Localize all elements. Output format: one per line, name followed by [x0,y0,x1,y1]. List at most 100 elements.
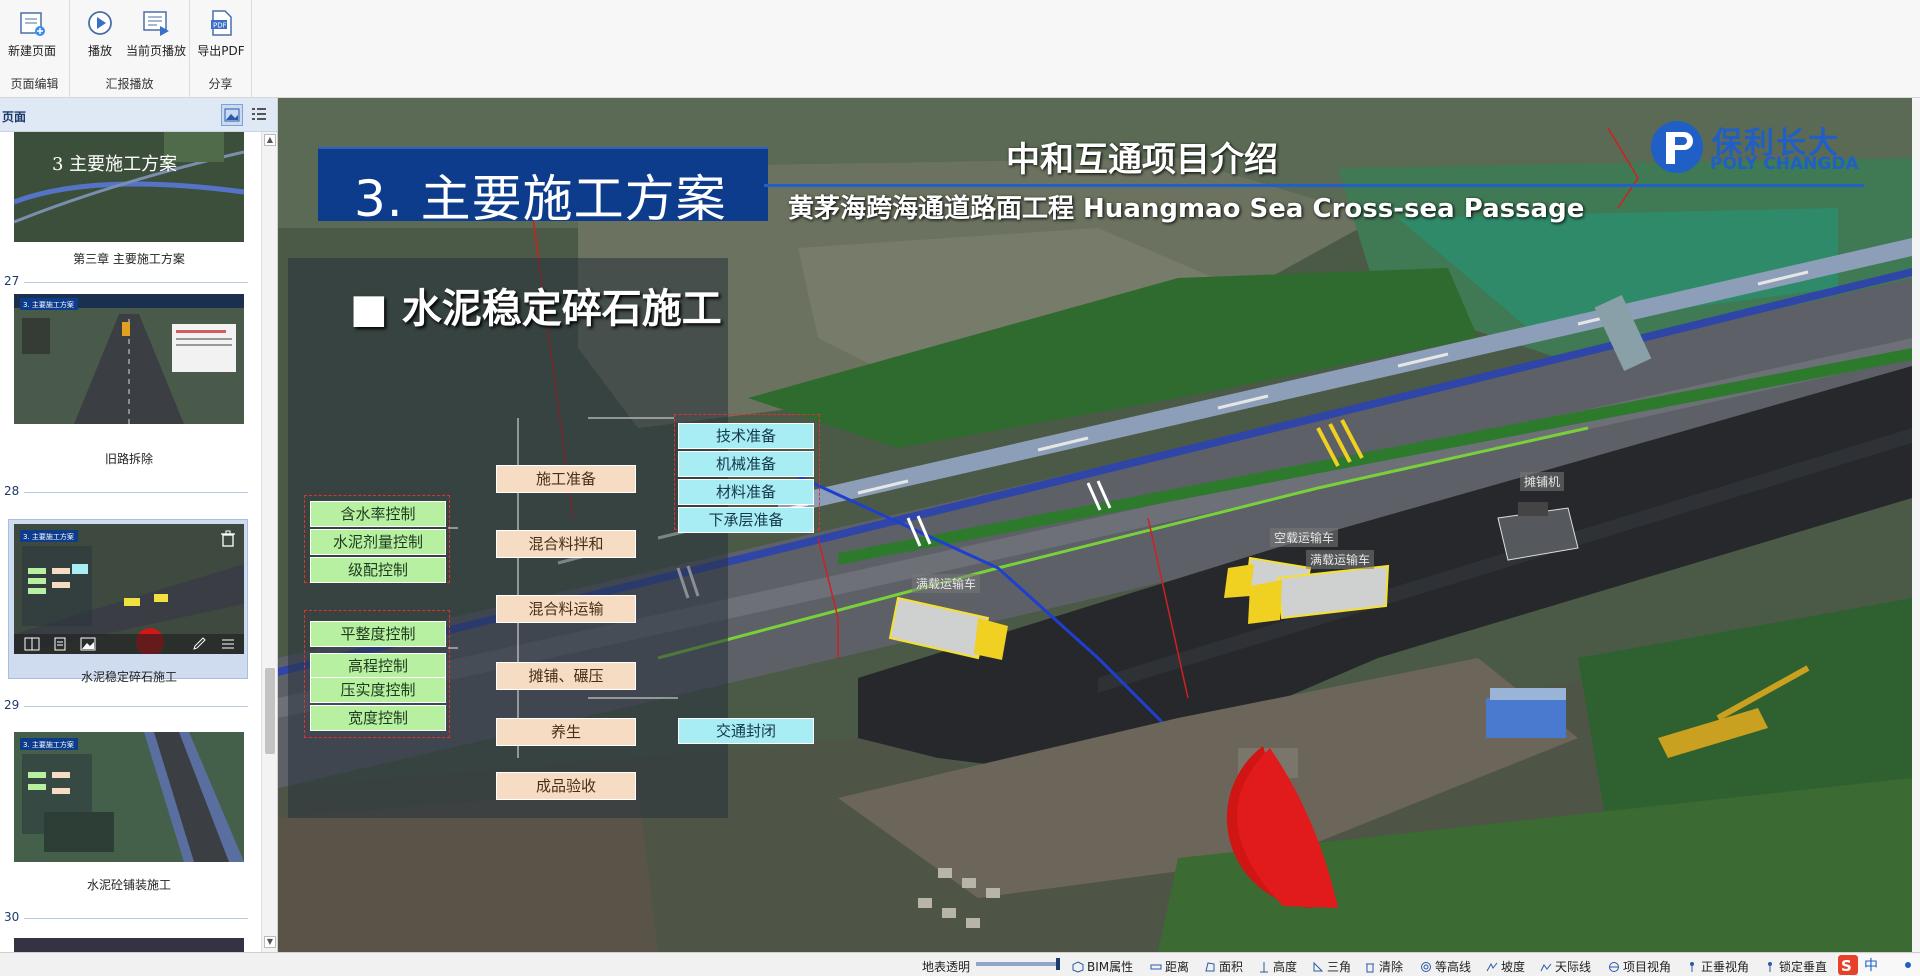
vehicle-label: 满载运输车 [912,574,981,593]
project-view-button[interactable]: 项目视角 [1608,958,1671,975]
process-step-box: 混合料拌和 [496,530,636,558]
page-divider [24,492,248,493]
group-label-share: 分享 [208,77,233,91]
ime-toolbar[interactable]: S 中 [1836,954,1920,976]
slope-icon [1486,962,1498,972]
area-button[interactable]: 面积 [1204,958,1243,975]
pages-panel-title: 页面 [2,110,27,124]
contour-button[interactable]: 等高线 [1420,958,1471,975]
list-view-button[interactable] [249,104,271,126]
export-pdf-button[interactable]: PDF 导出PDF [191,6,251,64]
area-icon [1205,962,1215,972]
skyline-label: 天际线 [1555,960,1592,974]
preparation-box: 交通封闭 [678,718,814,744]
height-label: 高度 [1273,960,1298,974]
bim-properties-label: BIM属性 [1087,960,1134,974]
pages-panel-header: 页面 [0,98,277,132]
svg-text:PDF: PDF [213,22,227,30]
edit-icon[interactable] [192,637,208,651]
triangle-button[interactable]: 三角 [1312,958,1351,975]
scrollbar-thumb[interactable] [265,668,275,754]
delete-page-icon[interactable] [219,530,237,548]
page-thumbnail-text: 3. 主要施工方案 [23,532,74,541]
slide-subtitle: ■ 水泥稳定碎石施工 [350,286,722,332]
page-number: 30 [4,910,20,924]
play-current-page-label: 当前页播放 [125,44,186,58]
page-thumbnail-text: 3 主要施工方案 [52,154,177,175]
bim-properties-button[interactable]: BIM属性 [1072,958,1133,975]
page-number: 29 [4,698,20,712]
distance-button[interactable]: 距离 [1150,958,1189,975]
ruler-icon [1150,964,1162,970]
play-current-page-icon [143,11,169,36]
control-box: 平整度控制 [310,621,446,647]
preparation-box: 机械准备 [678,451,814,477]
logo-icon [1651,121,1703,173]
process-step-box: 摊铺、碾压 [496,662,636,690]
split-view-icon[interactable] [24,637,40,651]
page-thumbnail-text: 3. 主要施工方案 [23,740,74,749]
page-thumbnail[interactable]: 3 主要施工方案 [14,132,244,242]
page-thumbnail[interactable] [14,938,244,952]
page-caption: 第三章 主要施工方案 [73,252,185,266]
clear-button[interactable]: 清除 [1364,958,1403,975]
status-bar: 地表透明 BIM属性 距离 面积 高度 三角 清除 等高线 坡度 天际线 项目视… [0,952,1920,976]
pdf-icon: PDF [211,10,232,36]
triangle-icon [1313,961,1324,972]
slope-label: 坡度 [1501,960,1526,974]
page-number: 28 [4,484,20,498]
page-divider [24,282,248,283]
group-label-report-play: 汇报播放 [105,77,154,91]
skyline-icon [1540,963,1552,972]
contour-icon [1421,962,1431,972]
contour-label: 等高线 [1435,960,1472,974]
thumbnail-view-button[interactable] [221,104,243,126]
image-icon[interactable] [80,637,96,651]
clear-label: 清除 [1379,960,1404,974]
header-divider [764,184,1864,187]
header-title: 中和互通项目介绍 [1006,140,1278,180]
ribbon-toolbar: 新建页面 页面编辑 播放 当前页播放 汇报播放 PDF 导出PDF 分享 [0,0,1920,98]
person-icon [1690,962,1694,972]
control-box: 含水率控制 [310,501,446,527]
header-subtitle: 黄茅海跨海通道路面工程 Huangmao Sea Cross-sea Passa… [788,194,1585,224]
height-icon [1260,962,1268,973]
slope-button[interactable]: 坡度 [1486,958,1525,975]
pages-scrollbar[interactable]: ▲ ▼ [261,132,277,952]
preparation-box: 下承层准备 [678,507,814,533]
scroll-up-icon[interactable]: ▲ [264,134,276,146]
slide-canvas[interactable]: 3. 主要施工方案 中和互通项目介绍 黄茅海跨海通道路面工程 Huangmao … [278,98,1912,952]
page-thumbnail-image: 3. 主要施工方案 [14,732,244,862]
control-box: 压实度控制 [310,677,446,703]
page-caption: 旧路拆除 [104,452,153,466]
notes-icon[interactable] [52,637,68,651]
terrain-transparency-label: 地表透明 [922,960,971,974]
lock-vertical-button[interactable]: 锁定垂直 [1764,958,1827,975]
page-number: 27 [4,274,20,288]
page-thumbnail[interactable]: 3. 主要施工方案 [14,294,244,424]
ribbon-group-share: PDF 导出PDF 分享 [190,0,252,98]
top-down-view-button[interactable]: 正垂视角 [1686,958,1749,975]
skyline-button[interactable]: 天际线 [1540,958,1591,975]
preparation-box: 技术准备 [678,423,814,449]
terrain-transparency-slider[interactable] [976,958,1060,970]
page-divider [24,706,248,707]
control-box: 宽度控制 [310,705,446,731]
control-box: 水泥剂量控制 [310,529,446,555]
scroll-down-icon[interactable]: ▼ [264,936,276,948]
play-button[interactable]: 播放 [70,6,130,64]
slider-knob[interactable] [1056,958,1060,970]
section-title-box: 3. 主要施工方案 [318,147,768,228]
process-step-box: 养生 [496,718,636,746]
pages-panel: 页面 3 主要施工方案 第三章 主要施工方案 27 3. 主要施工方案 旧路拆除… [0,98,278,952]
company-logo: 保利长大 POLY CHANGDA [1648,118,1888,178]
height-button[interactable]: 高度 [1258,958,1297,975]
page-thumbnail-selected[interactable]: 3. 主要施工方案 [14,524,244,654]
section-title: 3. 主要施工方案 [354,170,727,228]
page-caption-selected: 水泥稳定碎石施工 [80,670,177,684]
list-icon[interactable] [220,637,236,651]
new-page-icon [20,12,45,36]
page-thumbnail[interactable]: 3. 主要施工方案 [14,732,244,862]
play-current-page-button[interactable]: 当前页播放 [122,6,190,64]
new-page-button[interactable]: 新建页面 [2,6,62,64]
